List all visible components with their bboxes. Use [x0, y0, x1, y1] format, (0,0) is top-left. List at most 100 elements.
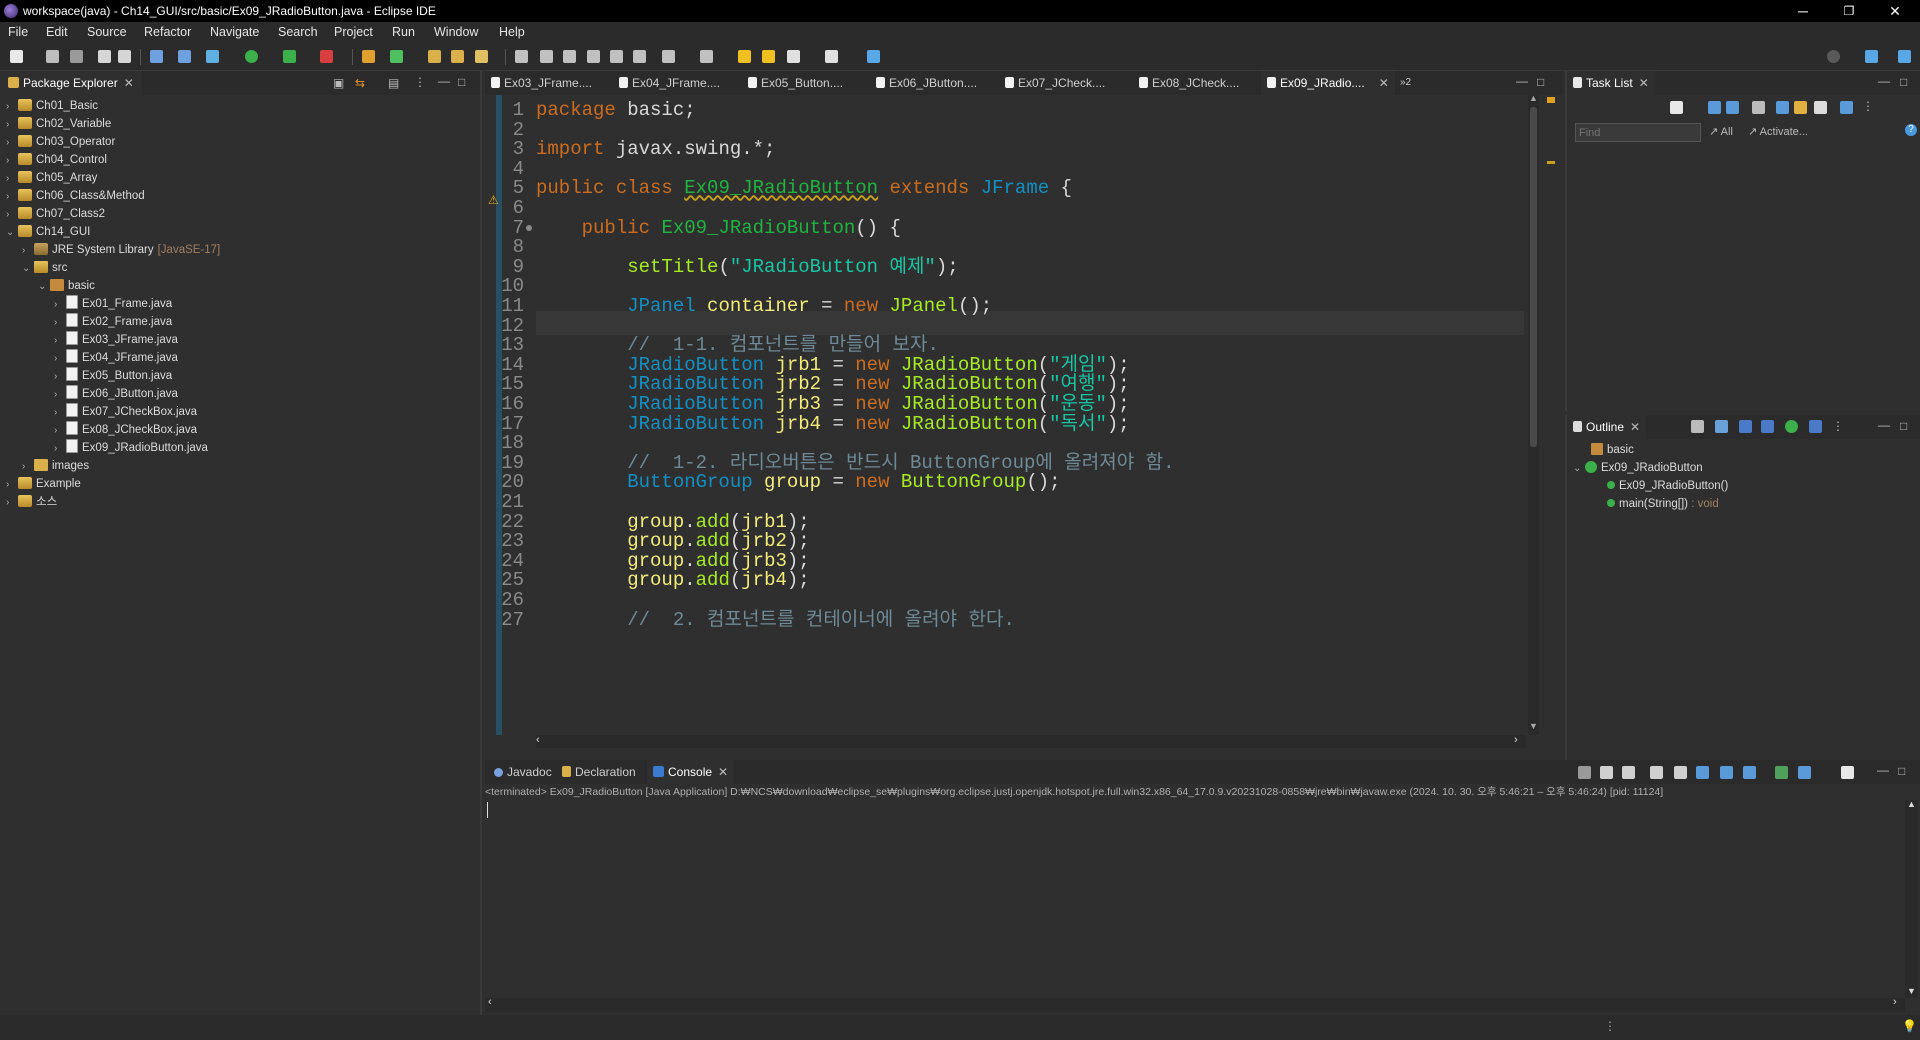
tab-overflow[interactable]: »2 — [1400, 71, 1411, 95]
tree-item[interactable]: ⌄ basic — [38, 277, 95, 295]
tab-package-explorer[interactable]: Package Explorer ✕ — [0, 71, 142, 95]
chevron-right-icon[interactable]: › — [54, 296, 66, 314]
pin-console-icon[interactable] — [1775, 766, 1788, 779]
terminate-icon[interactable] — [1578, 766, 1591, 779]
code-line[interactable]: JRadioButton jrb3 = new JRadioButton("운동… — [536, 394, 1130, 414]
link-with-editor-icon[interactable]: ⇆ — [355, 76, 365, 90]
tab-ex08[interactable]: Ex08_JCheck.... — [1133, 71, 1245, 95]
code-line[interactable]: // 1-2. 라디오버튼은 반드시 ButtonGroup에 올려져야 함. — [536, 453, 1174, 473]
save-icon[interactable] — [46, 50, 59, 63]
overview-marker[interactable] — [1547, 161, 1555, 164]
filter-all-link[interactable]: ↗ All — [1709, 125, 1733, 138]
view-menu-icon[interactable]: ⋮ — [414, 75, 426, 89]
categorized-icon[interactable] — [1708, 101, 1721, 114]
search-global-icon[interactable] — [1827, 50, 1840, 63]
scroll-right-icon[interactable]: › — [1514, 734, 1518, 746]
tree-item[interactable]: › Ex03_JFrame.java — [54, 331, 178, 349]
chevron-right-icon[interactable]: › — [54, 368, 66, 386]
tree-item[interactable]: ⌄ src — [22, 259, 67, 277]
tree-item[interactable]: › images — [22, 457, 89, 475]
code-line[interactable]: import javax.swing.*; — [536, 139, 775, 159]
scroll-up-icon[interactable]: ▲ — [1529, 93, 1538, 103]
tree-item[interactable]: › Ch03_Operator — [6, 133, 115, 151]
chevron-right-icon[interactable]: › — [54, 350, 66, 368]
block-selection-icon[interactable] — [610, 50, 623, 63]
chevron-down-icon[interactable]: ⌄ — [1573, 460, 1585, 478]
display-console-icon[interactable] — [1798, 766, 1811, 779]
tree-item[interactable]: › Ch06_Class&Method — [6, 187, 145, 205]
tab-console[interactable]: Console ✕ — [647, 760, 735, 784]
console-output[interactable] — [485, 800, 1905, 998]
tree-item[interactable]: › 소스 — [6, 493, 57, 511]
save-all-icon[interactable] — [70, 50, 83, 63]
new-task-icon[interactable] — [1670, 101, 1683, 114]
tree-item[interactable]: › Ch07_Class2 — [6, 205, 105, 223]
tree-item[interactable]: › Ex09_JRadioButton.java — [54, 439, 208, 457]
chevron-right-icon[interactable]: › — [22, 458, 34, 476]
chevron-right-icon[interactable]: › — [54, 332, 66, 350]
tab-ex09[interactable]: Ex09_JRadio.... ✕ — [1261, 71, 1395, 95]
close-icon[interactable]: ✕ — [1379, 71, 1389, 95]
collapse-all-icon[interactable]: ▣ — [333, 76, 344, 90]
last-edit-icon[interactable] — [738, 50, 751, 63]
code-line[interactable]: // 1-1. 컴포넌트를 만들어 보자. — [536, 335, 939, 355]
outline-item-package[interactable]: basic — [1591, 441, 1634, 459]
prev-annotation-icon[interactable] — [700, 50, 713, 63]
maximize-editor-icon[interactable]: □ — [1537, 75, 1544, 89]
tree-item[interactable]: › Example — [6, 475, 81, 493]
view-menu-icon[interactable]: ⋮ — [1862, 99, 1874, 113]
chevron-right-icon[interactable]: › — [54, 404, 66, 422]
tree-item[interactable]: › JRE System Library [JavaSE-17] — [22, 241, 220, 259]
code-line[interactable]: group.add(jrb4); — [536, 570, 809, 590]
tree-item[interactable]: › Ex06_JButton.java — [54, 385, 178, 403]
annotation-icon[interactable] — [515, 50, 528, 63]
hide-non-public-icon[interactable] — [1785, 420, 1798, 433]
scroll-down-icon[interactable]: ▼ — [1529, 721, 1538, 731]
overview-ruler[interactable] — [1546, 95, 1556, 735]
help-icon[interactable]: ? — [1905, 124, 1917, 136]
close-icon[interactable]: ✕ — [718, 760, 728, 784]
run-icon[interactable] — [245, 50, 258, 63]
chevron-right-icon[interactable]: › — [6, 494, 18, 512]
console-vscrollbar[interactable]: ▲ ▼ — [1905, 799, 1918, 998]
activate-link[interactable]: ↗ Activate... — [1748, 125, 1808, 138]
tree-item[interactable]: › Ch04_Control — [6, 151, 107, 169]
chevron-right-icon[interactable]: › — [22, 242, 34, 260]
chevron-right-icon[interactable]: › — [6, 206, 18, 224]
menu-search[interactable]: Search — [278, 25, 318, 39]
menu-source[interactable]: Source — [87, 25, 127, 39]
word-wrap-icon[interactable] — [1696, 766, 1709, 779]
tab-declaration[interactable]: Declaration — [558, 760, 640, 784]
show-whitespace-icon[interactable] — [633, 50, 646, 63]
scroll-left-icon[interactable]: ‹ — [536, 734, 540, 746]
minimize-editor-icon[interactable]: — — [1516, 74, 1528, 88]
tree-item[interactable]: ⌄ Ch14_GUI — [6, 223, 90, 241]
tab-ex04[interactable]: Ex04_JFrame.... — [613, 71, 726, 95]
tree-item[interactable]: › Ex05_Button.java — [54, 367, 172, 385]
outline-item-constructor[interactable]: Ex09_JRadioButton() — [1607, 477, 1728, 495]
editor-vscrollbar[interactable]: ▲ ▼ — [1528, 93, 1539, 735]
java-perspective-icon[interactable] — [1898, 50, 1911, 63]
synchronize-icon[interactable] — [1840, 101, 1853, 114]
outline-item-main[interactable]: main(String[]) : void — [1607, 495, 1719, 513]
tab-ex07[interactable]: Ex07_JCheck.... — [999, 71, 1111, 95]
open-resource-icon[interactable] — [451, 50, 464, 63]
next-annotation-icon[interactable] — [662, 50, 675, 63]
maximize-view-icon[interactable]: □ — [458, 75, 465, 89]
minimize-view-icon[interactable]: — — [438, 74, 450, 88]
chevron-down-icon[interactable]: ⌄ — [6, 224, 18, 242]
remove-all-terminated-icon[interactable] — [1622, 766, 1635, 779]
chevron-right-icon[interactable]: › — [54, 422, 66, 440]
menu-help[interactable]: Help — [499, 25, 525, 39]
hide-static-icon[interactable] — [1761, 420, 1774, 433]
forward-icon[interactable] — [825, 50, 838, 63]
minimize-view-icon[interactable]: — — [1878, 74, 1890, 88]
menu-window[interactable]: Window — [434, 25, 478, 39]
code-line[interactable]: JRadioButton jrb1 = new JRadioButton("게임… — [536, 355, 1130, 375]
console-view[interactable]: <terminated> Ex09_JRadioButton [Java App… — [485, 784, 1920, 1015]
scroll-lock-icon[interactable] — [1674, 766, 1687, 779]
forward-edit-icon[interactable] — [762, 50, 775, 63]
clear-console-icon[interactable] — [1650, 766, 1663, 779]
console-hscrollbar[interactable]: ‹ › — [485, 996, 1905, 1012]
overview-warning-marker[interactable] — [1547, 97, 1555, 103]
